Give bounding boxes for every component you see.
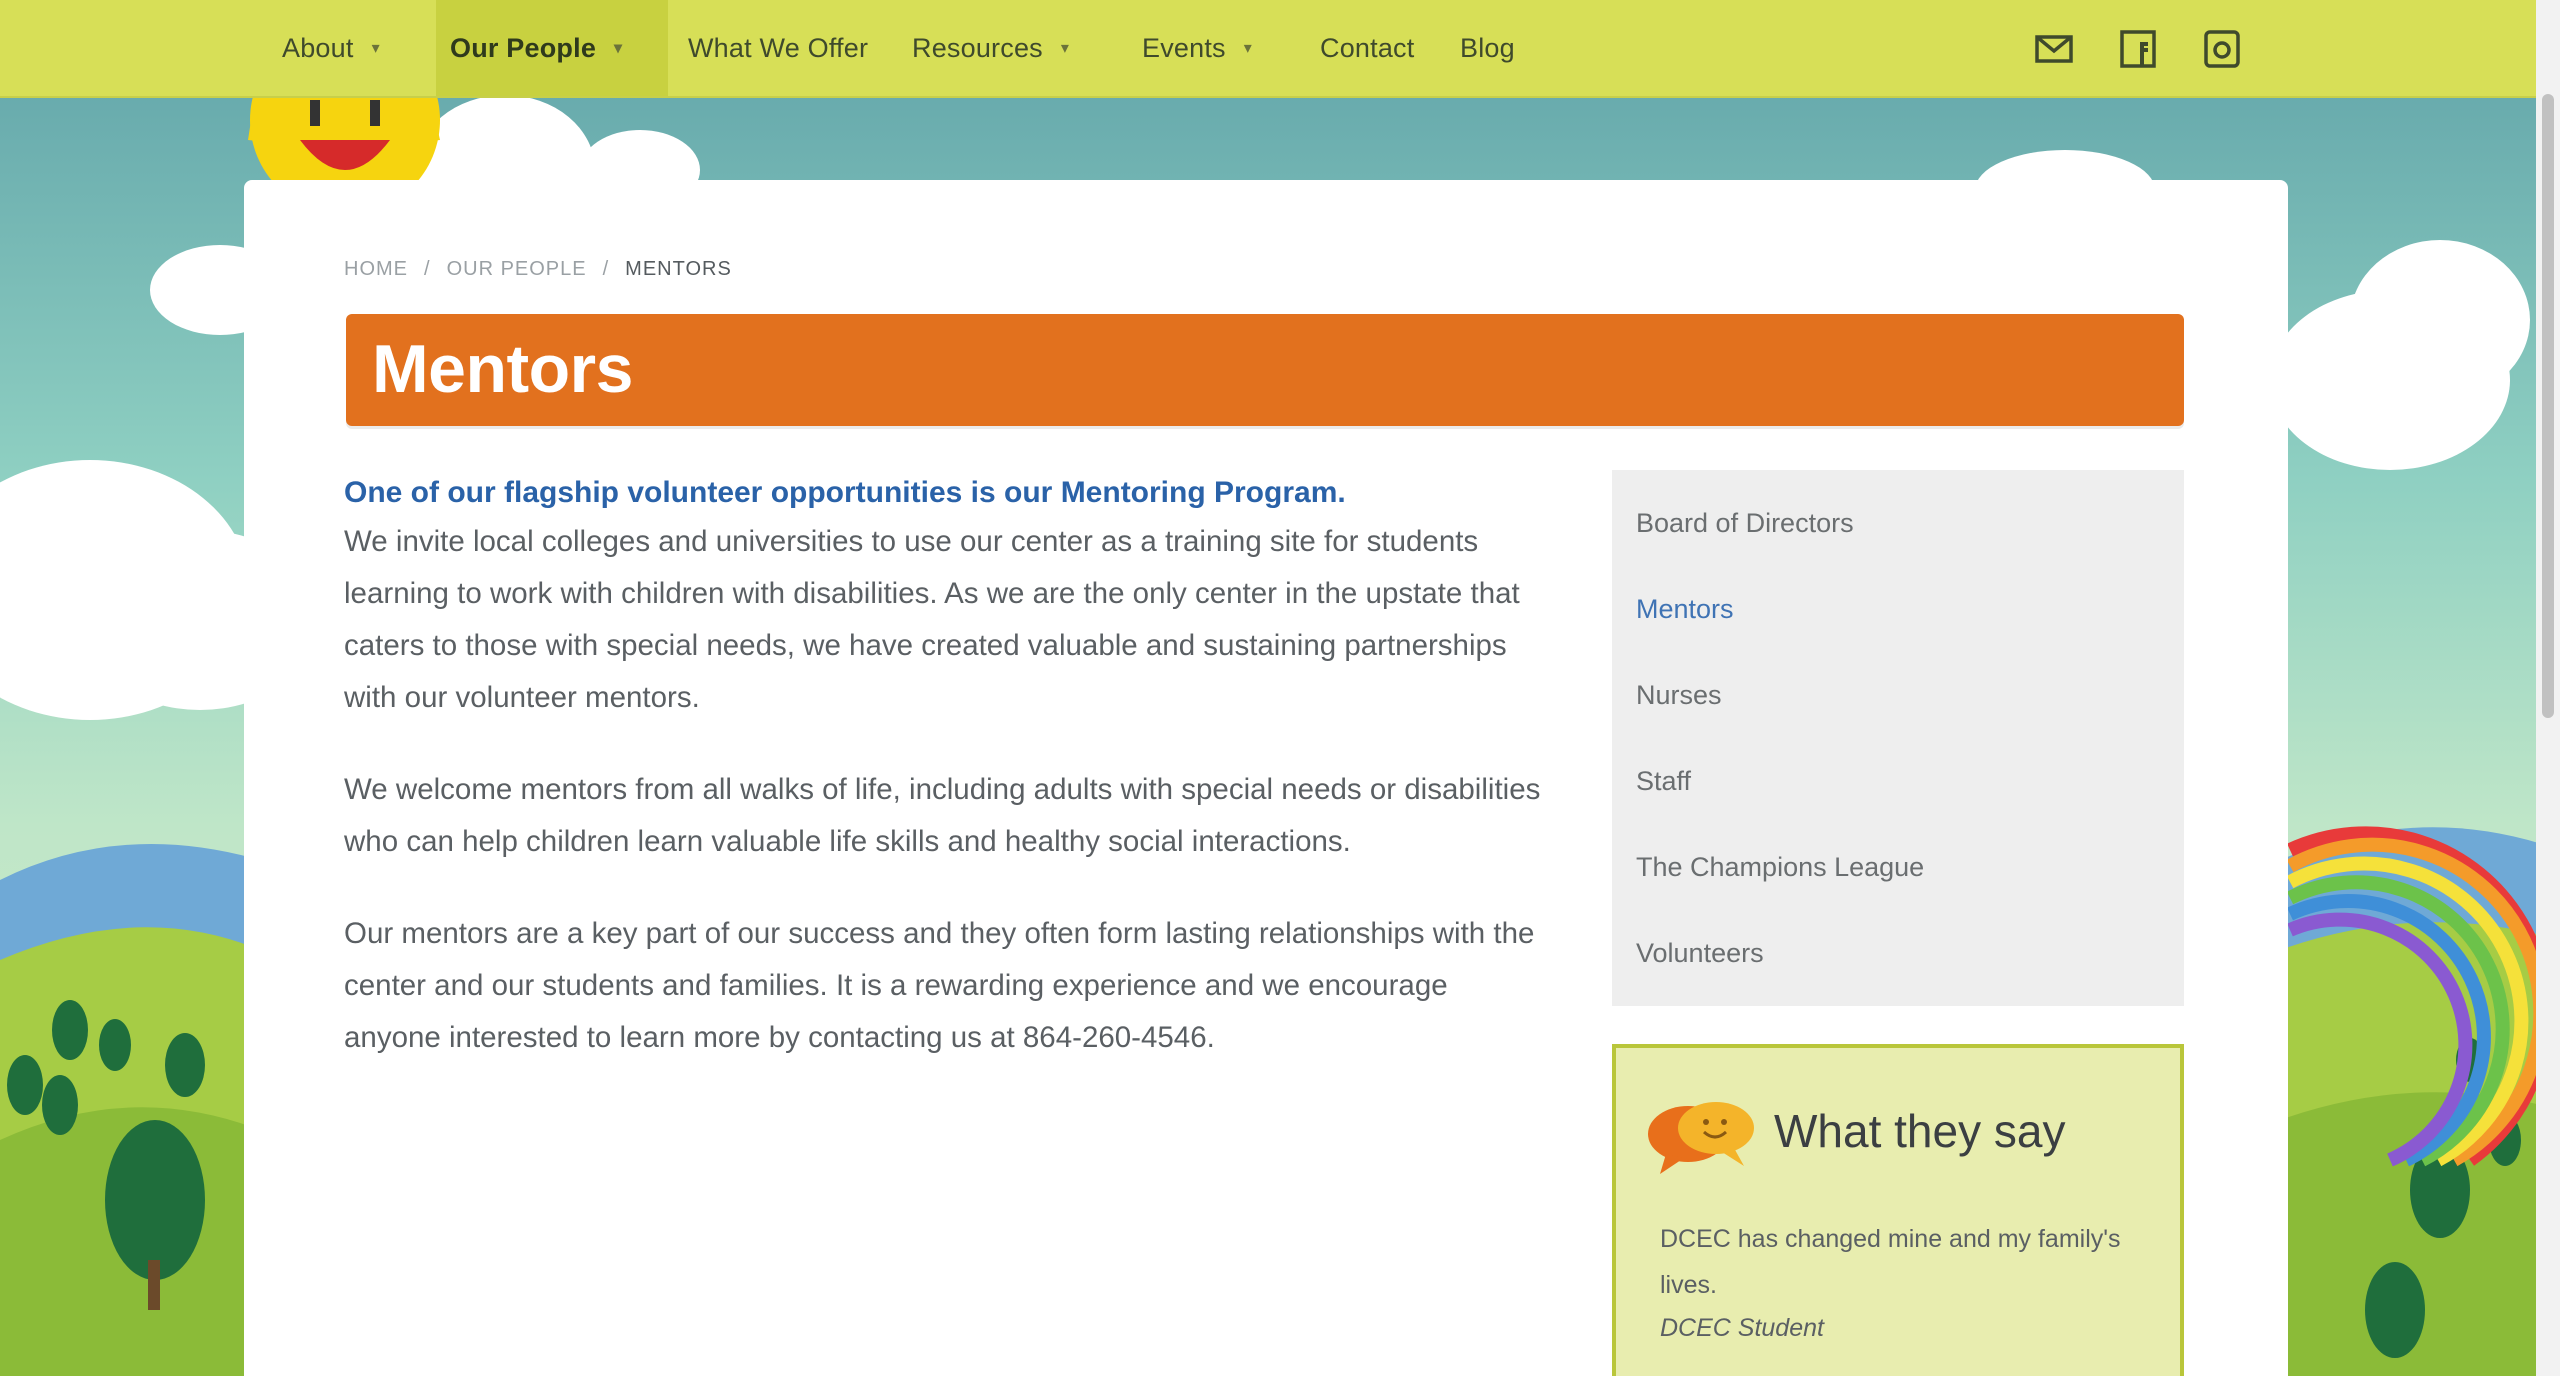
testimonial-heading: What they say (1774, 1105, 2066, 1157)
nav-about[interactable]: About ▾ (282, 0, 380, 96)
chevron-down-icon: ▾ (371, 40, 380, 57)
scrollbar-thumb[interactable] (2542, 94, 2554, 718)
breadcrumb: HOME / OUR PEOPLE / MENTORS (344, 258, 732, 281)
testimonial-box: What they say DCEC has changed mine and … (1612, 1044, 2184, 1376)
page-title-bar: Mentors (346, 314, 2184, 426)
nav-events-label: Events (1142, 32, 1226, 63)
paragraph: Our mentors are a key part of our succes… (344, 917, 1535, 1054)
nav-about-label: About (282, 32, 354, 63)
testimonial-author: DCEC Student (1660, 1314, 1824, 1342)
top-navigation: About ▾ Our People ▾ What We Offer Resou… (0, 0, 2536, 98)
breadcrumb-current: MENTORS (625, 258, 732, 280)
nav-events[interactable]: Events ▾ (1142, 0, 1252, 96)
sidebar-item-mentors[interactable]: Mentors (1636, 594, 1734, 625)
sidebar-item-champions-league[interactable]: The Champions League (1636, 852, 1924, 883)
sidebar-item-volunteers[interactable]: Volunteers (1636, 938, 1764, 969)
sidebar-item-nurses[interactable]: Nurses (1636, 680, 1722, 711)
instagram-icon[interactable] (2202, 29, 2242, 69)
facebook-icon[interactable] (2118, 29, 2158, 69)
testimonial-quote: DCEC has changed mine and my family's li… (1660, 1225, 2121, 1299)
lead-text: One of our flagship volunteer opportunit… (344, 476, 1346, 509)
breadcrumb-separator: / (602, 258, 610, 280)
page-title: Mentors (372, 331, 633, 407)
sidebar-nav: Board of Directors Mentors Nurses Staff … (1612, 470, 2184, 1006)
nav-blog[interactable]: Blog (1460, 0, 1515, 96)
scrollbar[interactable] (2536, 0, 2560, 1376)
nav-contact[interactable]: Contact (1320, 0, 1414, 96)
nav-blog-label: Blog (1460, 32, 1515, 63)
sidebar-item-board-of-directors[interactable]: Board of Directors (1636, 508, 1854, 539)
email-icon[interactable] (2034, 29, 2074, 69)
nav-what-we-offer[interactable]: What We Offer (688, 0, 868, 96)
breadcrumb-our-people[interactable]: OUR PEOPLE (447, 258, 587, 281)
speech-bubbles-icon (1648, 1102, 1754, 1174)
paragraph: We welcome mentors from all walks of lif… (344, 773, 1541, 858)
sidebar-item-staff[interactable]: Staff (1636, 766, 1691, 797)
nav-our-people-label: Our People (450, 32, 597, 63)
nav-contact-label: Contact (1320, 32, 1415, 63)
chevron-down-icon: ▾ (614, 40, 623, 57)
nav-what-we-offer-label: What We Offer (688, 32, 869, 63)
breadcrumb-separator: / (424, 258, 431, 280)
main-article: One of our flagship volunteer opportunit… (344, 470, 1544, 1064)
paragraph: We invite local colleges and universitie… (344, 525, 1520, 714)
breadcrumb-home[interactable]: HOME (344, 258, 408, 281)
nav-resources[interactable]: Resources ▾ (912, 0, 1069, 96)
chevron-down-icon: ▾ (1243, 40, 1252, 57)
nav-resources-label: Resources (912, 32, 1043, 63)
chevron-down-icon: ▾ (1060, 40, 1070, 57)
nav-our-people[interactable]: Our People ▾ (436, 0, 668, 96)
